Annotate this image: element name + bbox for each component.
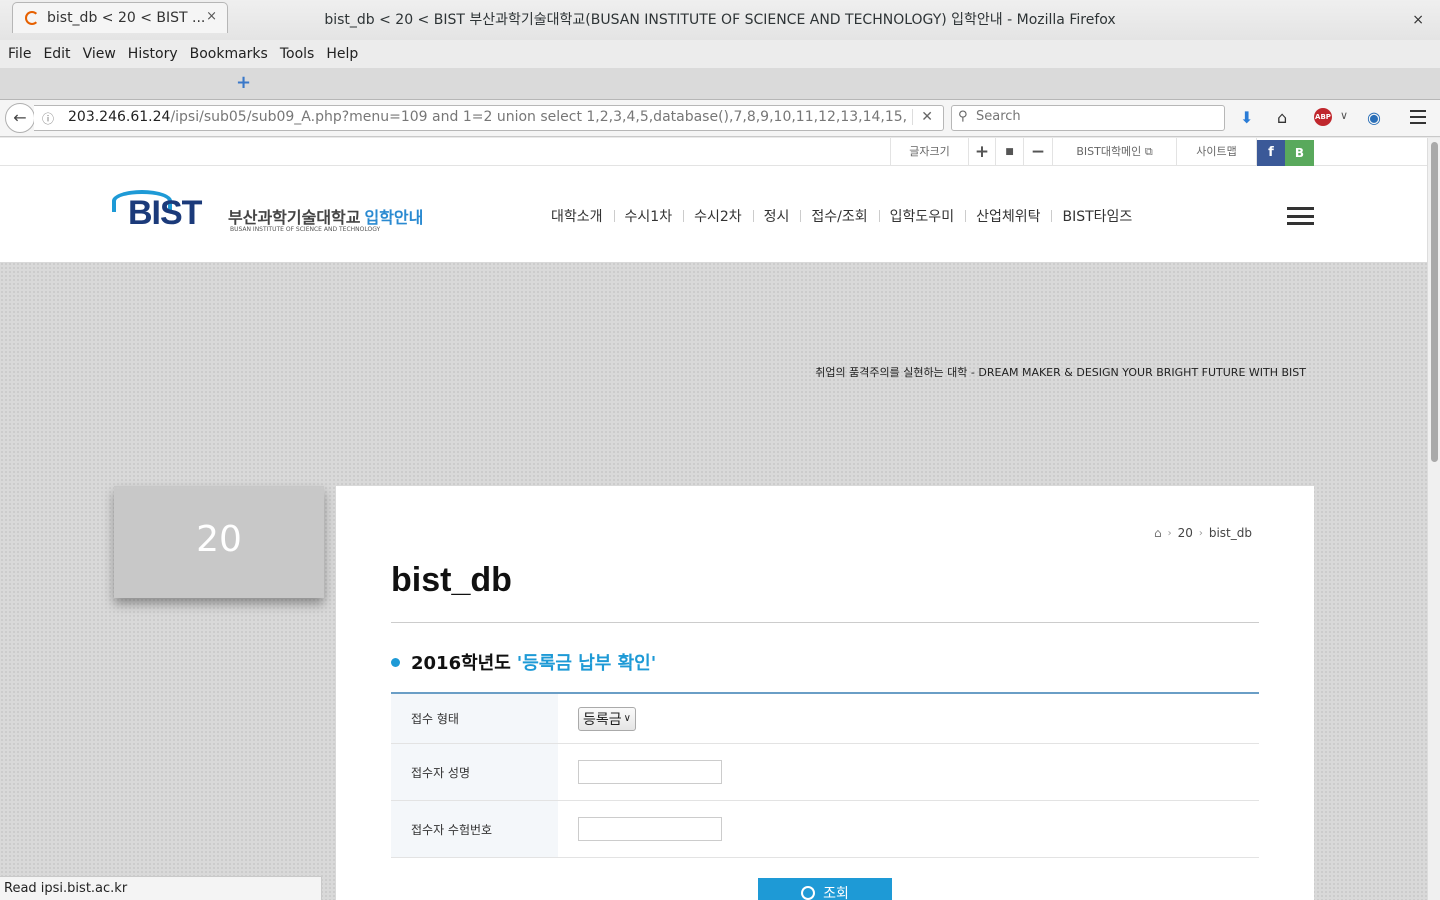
scrollbar-thumb[interactable] (1431, 142, 1438, 462)
url-host: 203.246.61.24 (68, 109, 171, 125)
section-title: 2016학년도 '등록금 납부 확인' (391, 649, 656, 675)
facebook-icon[interactable]: f (1257, 140, 1285, 166)
main-site-link[interactable]: BIST대학메인 ⧉ (1052, 138, 1176, 166)
select-value: 등록금 (583, 711, 622, 728)
main-nav: 대학소개 수시1차 수시2차 정시 접수/조회 입학도우미 산업체위탁 BIST… (540, 206, 1143, 226)
application-type-select[interactable]: 등록금 ∨ (578, 706, 636, 731)
search-input[interactable] (976, 109, 1216, 124)
search-icon (801, 886, 816, 900)
menu-bookmarks[interactable]: Bookmarks (184, 46, 274, 62)
breadcrumb: ⌂ › 20 › bist_db (1154, 526, 1252, 540)
exam-number-input[interactable] (578, 817, 722, 841)
chevron-down-icon: ∨ (623, 713, 631, 724)
external-link-icon: ⧉ (1144, 145, 1153, 158)
slogan-text: 취업의 품격주의를 실현하는 대학 - DREAM MAKER & DESIGN… (815, 366, 1306, 379)
page-title: bist_db (391, 561, 512, 599)
section-highlight: '등록금 납부 확인' (516, 653, 657, 674)
loading-spinner-icon (25, 11, 39, 25)
tab-close-button[interactable]: × (206, 9, 217, 24)
breadcrumb-separator-icon: › (1198, 527, 1203, 539)
content-panel: ⌂ › 20 › bist_db bist_db 2016학년도 '등록금 납부… (336, 486, 1314, 900)
menu-help[interactable]: Help (320, 46, 364, 62)
menu-view[interactable]: View (77, 46, 122, 62)
home-icon[interactable]: ⌂ (1154, 526, 1162, 540)
sidebar-title-box: 20 (114, 486, 324, 598)
status-bar: Read ipsi.bist.ac.kr (0, 876, 322, 900)
nav-item-industry[interactable]: 산업체위탁 (965, 206, 1051, 226)
lookup-form: 접수 형태 등록금 ∨ 접수자 성명 접수자 수험번호 (391, 692, 1259, 858)
lookup-button-label: 조회 (823, 886, 849, 900)
window-close-button[interactable]: × (1412, 0, 1424, 40)
menu-tools[interactable]: Tools (274, 46, 321, 62)
url-clear-button[interactable]: ✕ (912, 109, 933, 125)
font-reset-button[interactable]: ■ (995, 138, 1023, 166)
page-scrollbar[interactable] (1427, 138, 1440, 900)
site-header: BIST 부산과학기술대학교 입학안내 BUSAN INSTITUTE OF SC… (0, 166, 1427, 262)
logo-mark: BIST (128, 194, 202, 232)
download-icon[interactable]: ⬇ (1240, 108, 1253, 127)
logo-korean-text: 부산과학기술대학교 (228, 208, 361, 227)
font-increase-button[interactable]: + (968, 138, 995, 166)
field-label: 접수자 성명 (391, 744, 558, 800)
back-arrow-icon: ← (13, 108, 27, 127)
tab-title: bist_db < 20 < BIST ... (47, 10, 206, 26)
url-path: /ipsi/sub05/sub09_A.php?menu=109 and 1=2… (170, 109, 908, 125)
nav-item-early-1[interactable]: 수시1차 (613, 206, 684, 226)
sitemap-link[interactable]: 사이트맵 (1176, 138, 1257, 166)
font-decrease-button[interactable]: − (1023, 138, 1052, 166)
blog-icon[interactable]: B (1285, 140, 1314, 166)
form-row: 접수 형태 등록금 ∨ (391, 694, 1259, 744)
nav-item-regular[interactable]: 정시 (752, 206, 801, 226)
logo-english-name: BUSAN INSTITUTE OF SCIENCE AND TECHNOLOG… (230, 226, 381, 233)
title-divider (391, 622, 1259, 623)
window-title: bist_db < 20 < BIST 부산과학기술대학교(BUSAN INST… (324, 12, 1116, 28)
back-button[interactable]: ← (5, 103, 35, 133)
breadcrumb-item[interactable]: 20 (1178, 526, 1193, 540)
breadcrumb-separator-icon: › (1167, 527, 1172, 539)
menu-history[interactable]: History (122, 46, 184, 62)
site-info-icon[interactable]: ⓘ (42, 110, 54, 127)
menu-icon[interactable] (1410, 110, 1426, 124)
menu-edit[interactable]: Edit (37, 46, 76, 62)
nav-item-apply[interactable]: 접수/조회 (800, 206, 878, 226)
field-value (578, 801, 722, 857)
section-year: 2016학년도 (411, 653, 511, 674)
form-row: 접수자 성명 (391, 744, 1259, 801)
form-row: 접수자 수험번호 (391, 801, 1259, 858)
nav-item-helper[interactable]: 입학도우미 (878, 206, 965, 226)
extension-icon[interactable]: ◉ (1367, 108, 1381, 127)
applicant-name-input[interactable] (578, 760, 722, 784)
all-menu-icon[interactable] (1287, 207, 1314, 225)
field-label: 접수 형태 (391, 694, 558, 743)
nav-item-early-2[interactable]: 수시2차 (683, 206, 753, 226)
menu-bar: File Edit View History Bookmarks Tools H… (0, 40, 1440, 68)
nav-item-times[interactable]: BIST타임즈 (1051, 206, 1143, 226)
lookup-button[interactable]: 조회 (758, 878, 892, 900)
new-tab-button[interactable]: + (236, 72, 251, 93)
field-value: 등록금 ∨ (578, 694, 636, 743)
field-value (578, 744, 722, 800)
breadcrumb-item[interactable]: bist_db (1209, 526, 1252, 540)
home-icon[interactable]: ⌂ (1277, 108, 1287, 127)
nav-toolbar: ← ⓘ 203.246.61.24/ipsi/sub05/sub09_A.php… (0, 100, 1440, 137)
field-label: 접수자 수험번호 (391, 801, 558, 857)
main-site-label: BIST대학메인 (1076, 145, 1142, 158)
browser-tab[interactable]: bist_db < 20 < BIST ... × (12, 2, 228, 33)
utility-bar: 글자크기 + ■ − BIST대학메인 ⧉ 사이트맵 f B (0, 138, 1427, 166)
search-icon: ⚲ (958, 109, 968, 124)
url-bar[interactable]: ⓘ 203.246.61.24/ipsi/sub05/sub09_A.php?m… (34, 105, 944, 131)
adblock-icon[interactable]: ABP (1314, 108, 1332, 126)
bullet-icon (391, 657, 400, 667)
search-box[interactable]: ⚲ (951, 105, 1225, 131)
nav-item-about[interactable]: 대학소개 (540, 206, 614, 226)
logo-korean-name: 부산과학기술대학교 입학안내 (228, 204, 423, 228)
menu-file[interactable]: File (2, 46, 37, 62)
url-text[interactable]: 203.246.61.24/ipsi/sub05/sub09_A.php?men… (68, 109, 908, 125)
font-size-label: 글자크기 (890, 138, 968, 166)
tab-strip (0, 68, 1440, 100)
page-viewport: 글자크기 + ■ − BIST대학메인 ⧉ 사이트맵 f B BIST 부산과학… (0, 138, 1427, 900)
logo-admission-text: 입학안내 (364, 208, 424, 227)
chevron-down-icon[interactable]: ∨ (1340, 109, 1348, 122)
